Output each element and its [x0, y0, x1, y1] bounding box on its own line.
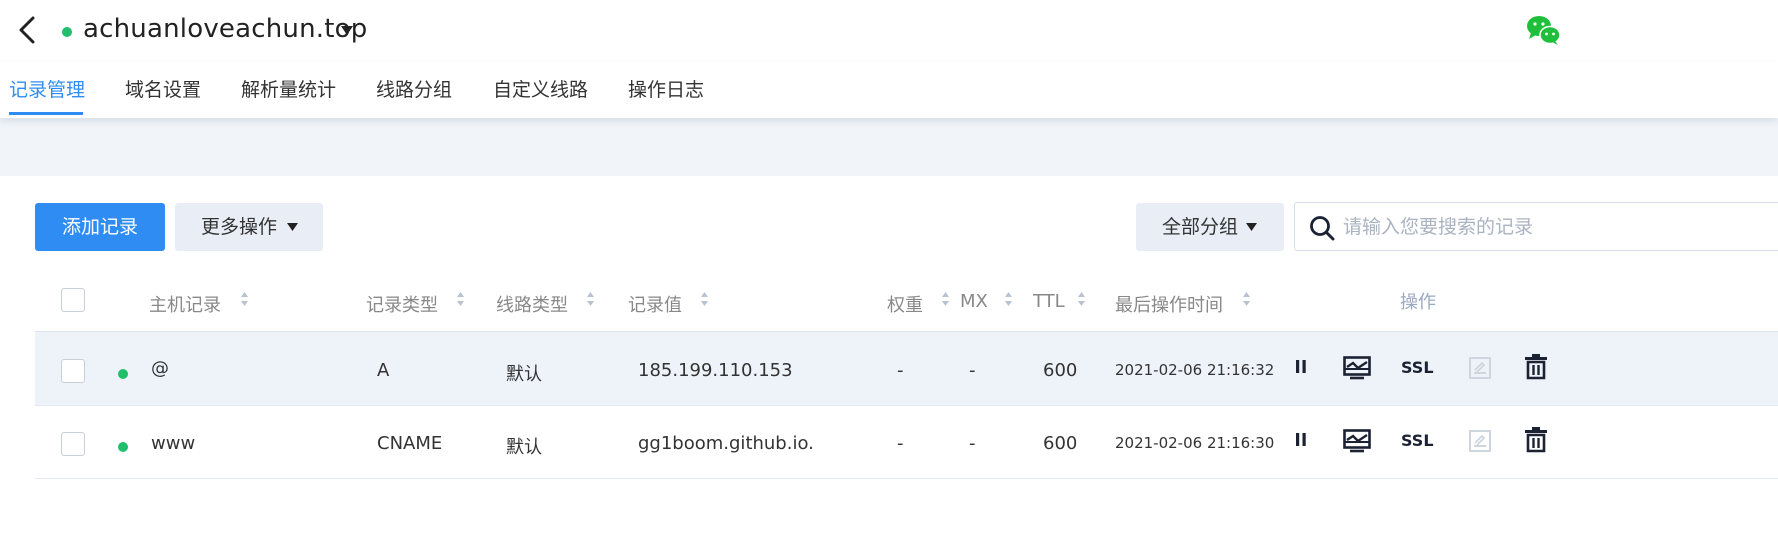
column-header-value: 记录值: [628, 295, 682, 316]
column-header-host: 主机记录: [149, 295, 221, 316]
cell-value[interactable]: 185.199.110.153: [638, 360, 793, 381]
back-arrow-icon[interactable]: [14, 14, 40, 46]
remark-icon: [1469, 430, 1491, 452]
status-enabled-dot: [118, 369, 128, 379]
sort-icon[interactable]: [700, 291, 709, 307]
pause-icon[interactable]: [1294, 432, 1308, 448]
column-header-mx: MX: [960, 291, 988, 312]
sort-icon[interactable]: [456, 291, 465, 307]
tab-operation-log[interactable]: 操作日志: [628, 75, 704, 102]
column-header-weight: 权重: [887, 295, 923, 316]
remark-icon: [1469, 357, 1491, 379]
top-bar: achuanloveachun.top: [0, 0, 1778, 62]
cell-host[interactable]: www: [151, 433, 195, 454]
cell-ttl: 600: [1043, 433, 1078, 454]
column-header-type: 记录类型: [366, 295, 438, 316]
cell-time: 2021-02-06 21:16:30: [1115, 434, 1275, 452]
tab-domain-settings[interactable]: 域名设置: [125, 75, 201, 102]
cell-line: 默认: [506, 437, 542, 458]
select-all-checkbox[interactable]: [61, 288, 85, 312]
search-input[interactable]: [1343, 211, 1763, 243]
cell-type: CNAME: [377, 433, 443, 454]
domain-status-dot: [62, 27, 72, 37]
ssl-button[interactable]: SSL: [1401, 358, 1434, 377]
cell-weight: -: [897, 433, 904, 454]
cell-mx: -: [969, 360, 976, 381]
more-actions-label: 更多操作: [201, 216, 278, 238]
tab-resolution-stats[interactable]: 解析量统计: [241, 75, 336, 102]
wechat-icon[interactable]: [1525, 14, 1561, 46]
column-header-line: 线路类型: [496, 295, 568, 316]
row-checkbox[interactable]: [61, 359, 85, 383]
row-divider: [35, 478, 1778, 479]
notice-band: [0, 118, 1778, 176]
sort-icon[interactable]: [1242, 291, 1251, 307]
cell-value[interactable]: gg1boom.github.io.: [638, 433, 814, 454]
sort-icon[interactable]: [1077, 291, 1086, 307]
caret-down-icon: [1246, 223, 1257, 231]
table-row: [35, 406, 1778, 479]
trash-icon[interactable]: [1524, 354, 1548, 380]
cell-time: 2021-02-06 21:16:32: [1115, 361, 1275, 379]
domain-name[interactable]: achuanloveachun.top: [83, 14, 367, 44]
column-header-actions: 操作: [1400, 292, 1436, 313]
cell-ttl: 600: [1043, 360, 1078, 381]
group-filter-label: 全部分组: [1162, 216, 1239, 238]
sort-icon[interactable]: [941, 291, 950, 307]
caret-down-icon: [287, 223, 298, 231]
tab-records[interactable]: 记录管理: [9, 75, 85, 102]
tab-bar: 记录管理 域名设置 解析量统计 线路分组 自定义线路 操作日志: [0, 62, 1778, 118]
column-header-ttl: TTL: [1033, 291, 1065, 312]
status-enabled-dot: [118, 442, 128, 452]
cell-line: 默认: [506, 364, 542, 385]
table-row: [35, 332, 1778, 405]
tab-line-groups[interactable]: 线路分组: [376, 75, 452, 102]
cell-mx: -: [969, 433, 976, 454]
monitor-icon[interactable]: [1343, 429, 1371, 453]
active-tab-indicator: [9, 112, 83, 115]
sort-icon[interactable]: [240, 291, 249, 307]
cell-weight: -: [897, 360, 904, 381]
tab-custom-lines[interactable]: 自定义线路: [493, 75, 588, 102]
add-record-button[interactable]: 添加记录: [35, 203, 165, 251]
sort-icon[interactable]: [586, 291, 595, 307]
cell-type: A: [377, 360, 390, 381]
monitor-icon[interactable]: [1343, 356, 1371, 380]
row-checkbox[interactable]: [61, 432, 85, 456]
more-actions-button[interactable]: 更多操作: [175, 203, 323, 251]
column-header-time: 最后操作时间: [1115, 295, 1223, 316]
caret-down-icon[interactable]: [341, 26, 353, 36]
pause-icon[interactable]: [1294, 359, 1308, 375]
search-box: [1294, 202, 1778, 251]
search-icon: [1310, 216, 1335, 241]
group-filter-select[interactable]: 全部分组: [1136, 203, 1284, 251]
cell-host[interactable]: @: [151, 358, 169, 379]
trash-icon[interactable]: [1524, 427, 1548, 453]
sort-icon[interactable]: [1004, 291, 1013, 307]
ssl-button[interactable]: SSL: [1401, 431, 1434, 450]
